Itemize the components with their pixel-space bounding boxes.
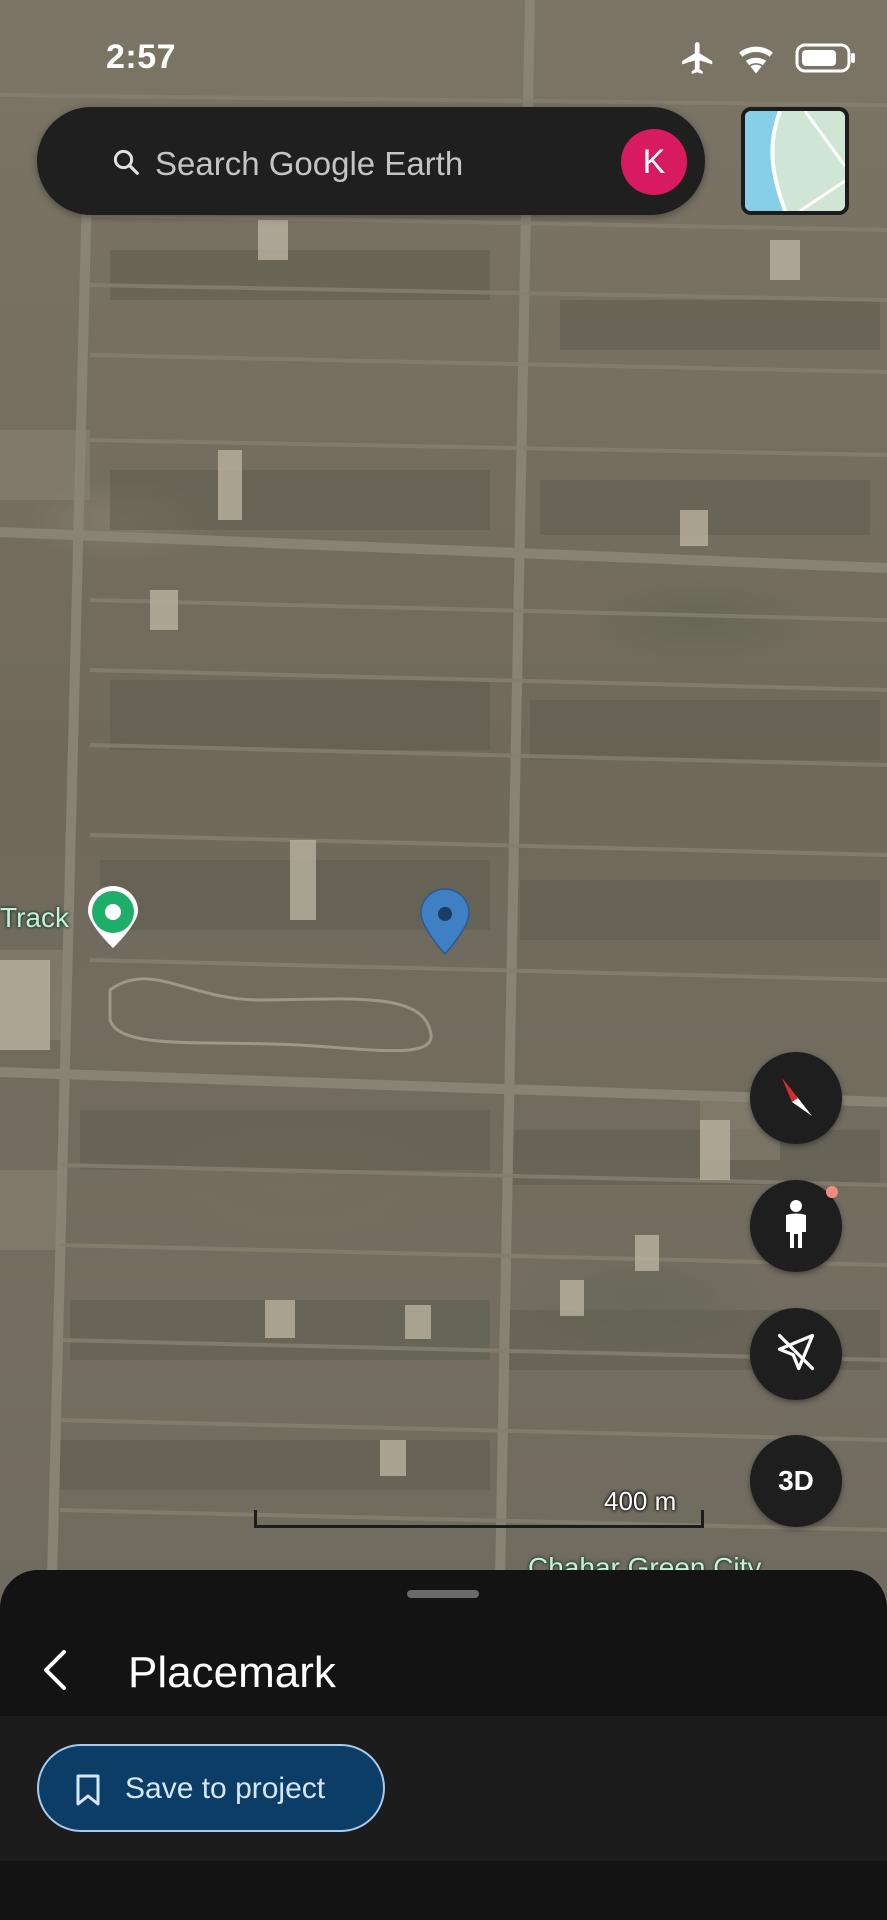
pegman-icon	[776, 1198, 816, 1255]
chevron-left-icon	[38, 1648, 74, 1697]
search-bar[interactable]: Search Google Earth K	[37, 107, 705, 215]
wifi-icon	[737, 41, 775, 80]
battery-icon	[795, 41, 857, 80]
compass-button[interactable]	[750, 1052, 842, 1144]
map-thumbnail-icon	[745, 111, 845, 211]
3d-toggle-button[interactable]: 3D	[750, 1435, 842, 1527]
bookmark-icon	[75, 1774, 101, 1811]
compass-icon	[768, 1068, 824, 1129]
save-to-project-button[interactable]: Save to project	[37, 1744, 385, 1832]
scale-label: 400 m	[604, 1486, 677, 1516]
status-icons	[679, 40, 857, 80]
my-location-button[interactable]	[750, 1308, 842, 1400]
sheet-title: Placemark	[128, 1648, 336, 1697]
street-view-button[interactable]	[750, 1180, 842, 1272]
status-time: 2:57	[106, 38, 177, 76]
airplane-icon	[679, 39, 717, 82]
notification-dot	[826, 1186, 838, 1198]
save-to-project-label: Save to project	[125, 1772, 326, 1805]
search-icon	[111, 147, 141, 182]
placemark-sheet: Placemark Save to project	[0, 1570, 887, 1920]
back-button[interactable]	[28, 1644, 84, 1700]
sheet-actions: Save to project	[0, 1716, 887, 1861]
avatar[interactable]: K	[621, 129, 687, 195]
sheet-drag-handle[interactable]	[407, 1590, 479, 1598]
place-pin-icon[interactable]	[84, 884, 142, 955]
location-off-icon	[774, 1330, 818, 1379]
placemark-pin-icon[interactable]	[418, 886, 472, 961]
3d-label: 3D	[778, 1465, 814, 1496]
map-label-track[interactable]: Track	[0, 902, 69, 934]
search-input[interactable]: Search Google Earth	[155, 145, 463, 183]
map-layers-button[interactable]	[741, 107, 849, 215]
